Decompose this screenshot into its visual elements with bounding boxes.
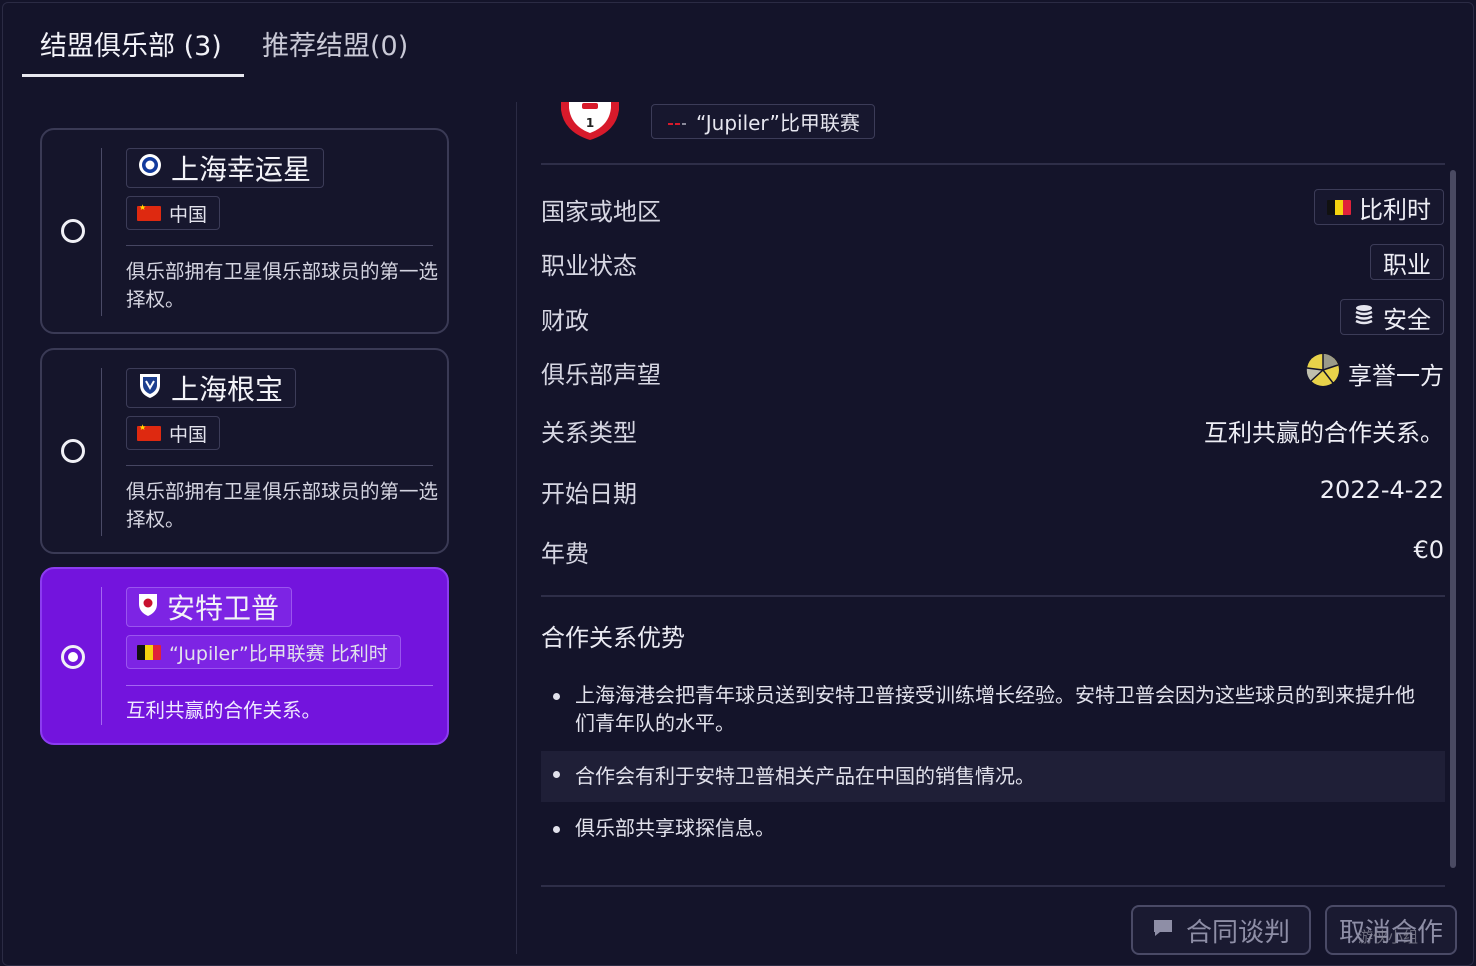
active-tab-indicator [22, 74, 244, 77]
league-name: “Jupiler”比甲联赛 [696, 111, 860, 135]
club-location-chip[interactable]: “Jupiler”比甲联赛 比利时 [126, 635, 401, 669]
country-value[interactable]: 比利时 [1314, 189, 1444, 225]
relationship-type-label: 关系类型 [541, 419, 637, 447]
benefits-title: 合作关系优势 [541, 624, 685, 652]
annual-fee-label: 年费 [541, 540, 589, 568]
league-chip[interactable]: “Jupiler”比甲联赛 [651, 104, 875, 139]
club-name-chip[interactable]: 安特卫普 [126, 587, 293, 627]
club-location-chip[interactable]: 中国 [126, 196, 221, 230]
tab-recommended-affiliations[interactable]: 推荐结盟(0) [262, 24, 408, 63]
china-flag-icon [137, 203, 161, 221]
club-name: 上海幸运星 [171, 153, 312, 186]
benefit-item: 俱乐部共享球探信息。 [541, 806, 1445, 850]
annual-fee-value: €0 [1413, 536, 1444, 564]
start-date-value: 2022-4-22 [1319, 476, 1444, 504]
league-logo-icon [668, 110, 686, 134]
card-divider [101, 587, 102, 725]
card-divider [101, 148, 102, 316]
reputation-value: 享誉一方 [1306, 353, 1444, 393]
professional-status-value[interactable]: 职业 [1370, 244, 1444, 280]
club-location: 中国 [169, 203, 208, 226]
negotiate-contract-button[interactable]: 合同谈判 [1131, 905, 1311, 955]
scrollbar[interactable] [1450, 170, 1456, 868]
speech-bubble-icon [1152, 915, 1174, 945]
card-separator [126, 245, 433, 246]
detail-separator [541, 163, 1445, 165]
radio-button[interactable] [61, 439, 85, 463]
club-name-chip[interactable]: 上海根宝 [126, 368, 297, 408]
club-name-chip[interactable]: 上海幸运星 [126, 148, 325, 188]
club-description: 互利共赢的合作关系。 [126, 699, 322, 722]
club-crest-antwerp-icon [137, 591, 159, 624]
tab-affiliated-clubs[interactable]: 结盟俱乐部 (3) [40, 24, 222, 63]
reputation-label: 俱乐部声望 [541, 361, 661, 389]
card-separator [126, 685, 433, 686]
benefit-item: 上海海港会把青年球员送到安特卫普接受训练增长经验。安特卫普会因为这些球员的到来提… [541, 673, 1445, 745]
relationship-type-value: 互利共赢的合作关系。 [1204, 419, 1444, 447]
radio-button[interactable] [61, 219, 85, 243]
club-description: 俱乐部拥有卫星俱乐部球员的第一选择权。 [126, 260, 439, 311]
club-location: 中国 [169, 423, 208, 446]
reputation-pie-icon [1306, 353, 1340, 393]
china-flag-icon [137, 423, 161, 441]
finance-label: 财政 [541, 307, 589, 335]
belgium-flag-icon [1327, 199, 1351, 215]
finance-value[interactable]: 安全 [1340, 299, 1444, 335]
crest-number: 1 [586, 116, 594, 130]
club-crest-large-icon: 1 [560, 102, 620, 146]
club-location-chip[interactable]: 中国 [126, 416, 221, 450]
club-card-selected[interactable]: 安特卫普 “Jupiler”比甲联赛 比利时 互利共赢的合作关系。 [40, 567, 449, 745]
belgium-flag-icon [137, 644, 161, 660]
coins-icon [1353, 303, 1375, 331]
professional-status-label: 职业状态 [541, 252, 637, 280]
benefit-item-highlighted: 合作会有利于安特卫普相关产品在中国的销售情况。 [541, 751, 1445, 802]
club-name: 上海根宝 [171, 373, 284, 406]
watermark: 游侠小组 [1358, 928, 1419, 946]
card-divider [101, 368, 102, 536]
club-card[interactable]: 上海幸运星 中国 俱乐部拥有卫星俱乐部球员的第一选择权。 [40, 128, 449, 334]
club-name: 安特卫普 [167, 592, 280, 625]
club-description: 俱乐部拥有卫星俱乐部球员的第一选择权。 [126, 480, 439, 531]
country-label: 国家或地区 [541, 198, 661, 226]
club-card[interactable]: 上海根宝 中国 俱乐部拥有卫星俱乐部球员的第一选择权。 [40, 348, 449, 554]
club-crest-ring-icon [137, 152, 163, 185]
start-date-label: 开始日期 [541, 480, 637, 508]
radio-button-checked[interactable] [61, 645, 85, 669]
detail-separator [541, 595, 1445, 597]
club-crest-shield-icon [137, 371, 163, 406]
footer-separator [541, 885, 1445, 887]
card-separator [126, 465, 433, 466]
club-location: “Jupiler”比甲联赛 比利时 [169, 642, 388, 665]
panel-separator [516, 102, 517, 954]
